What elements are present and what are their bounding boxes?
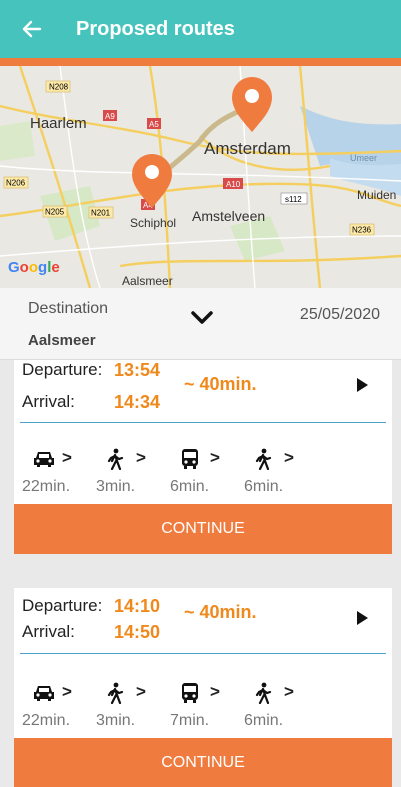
svg-text:N208: N208 bbox=[49, 83, 69, 92]
step-minutes: 22min. bbox=[22, 478, 71, 495]
page-title: Proposed routes bbox=[76, 17, 235, 40]
car-icon bbox=[32, 448, 56, 470]
svg-text:N236: N236 bbox=[352, 226, 372, 235]
divider bbox=[20, 422, 386, 423]
step-walk: > 3min. bbox=[96, 448, 170, 498]
step-minutes: 6min. bbox=[244, 712, 284, 729]
step-arrow: > bbox=[210, 448, 220, 467]
map-label-umeer: Umeer bbox=[350, 153, 377, 163]
route-card[interactable]: Departure: 14:10 Arrival: 14:50 ~ 40min.… bbox=[14, 588, 392, 787]
bus-icon bbox=[180, 448, 200, 470]
transport-steps: > 22min. > 3min. > 7min. > 6min. bbox=[22, 682, 382, 732]
step-arrow: > bbox=[284, 448, 294, 467]
step-car: > 22min. bbox=[22, 448, 96, 498]
map-label-amstelveen: Amstelveen bbox=[192, 208, 265, 224]
car-icon bbox=[32, 682, 56, 704]
step-minutes: 6min. bbox=[244, 478, 284, 495]
step-arrow: > bbox=[62, 448, 72, 467]
route-map[interactable]: N208 A9 A5 A10 s112 N206 N205 N201 N236 … bbox=[0, 66, 401, 288]
back-button[interactable] bbox=[0, 0, 64, 58]
destination-label: Destination bbox=[28, 300, 109, 317]
bus-icon bbox=[180, 682, 200, 704]
walk-icon bbox=[254, 682, 272, 704]
play-icon[interactable] bbox=[357, 611, 368, 625]
destination-value: Aalsmeer bbox=[28, 332, 96, 349]
step-minutes: 3min. bbox=[96, 478, 136, 495]
step-bus: > 7min. bbox=[170, 682, 244, 732]
step-minutes: 3min. bbox=[96, 712, 136, 729]
map-canvas: N208 A9 A5 A10 s112 N206 N205 N201 N236 … bbox=[0, 66, 401, 288]
departure-time: 13:54 bbox=[114, 360, 161, 380]
walk-icon bbox=[106, 448, 124, 470]
map-label-schiphol: Schiphol bbox=[130, 216, 176, 230]
step-walk: > 3min. bbox=[96, 682, 170, 732]
svg-text:N201: N201 bbox=[91, 209, 111, 218]
top-app-bar: Proposed routes bbox=[0, 0, 401, 58]
expand-button[interactable] bbox=[190, 310, 214, 331]
arrival-time: 14:34 bbox=[114, 392, 161, 412]
destination-panel: Destination Aalsmeer 25/05/2020 bbox=[0, 288, 401, 360]
step-minutes: 22min. bbox=[22, 712, 71, 729]
departure-time: 14:10 bbox=[114, 596, 161, 616]
arrival-label: Arrival: bbox=[22, 622, 75, 641]
step-minutes: 7min. bbox=[170, 712, 210, 729]
step-arrow: > bbox=[62, 682, 72, 701]
departure-label: Departure: bbox=[22, 596, 103, 615]
route-duration: ~ 40min. bbox=[184, 602, 257, 622]
svg-text:A10: A10 bbox=[226, 180, 241, 189]
svg-text:s112: s112 bbox=[285, 195, 302, 204]
step-walk: > 6min. bbox=[244, 682, 318, 732]
route-duration: ~ 40min. bbox=[184, 374, 257, 394]
continue-button[interactable]: CONTINUE bbox=[14, 504, 392, 554]
app: Proposed routes N208 A9 A5 A10 s112 N206… bbox=[0, 0, 401, 787]
arrival-label: Arrival: bbox=[22, 392, 75, 411]
step-arrow: > bbox=[210, 682, 220, 701]
svg-text:N205: N205 bbox=[45, 208, 65, 217]
svg-text:A5: A5 bbox=[149, 120, 159, 129]
continue-button[interactable]: CONTINUE bbox=[14, 738, 392, 787]
svg-text:N206: N206 bbox=[6, 179, 26, 188]
divider bbox=[20, 653, 386, 654]
chevron-down-icon bbox=[191, 311, 213, 324]
step-arrow: > bbox=[284, 682, 294, 701]
departure-label: Departure: bbox=[22, 360, 103, 379]
arrow-left-icon bbox=[22, 20, 42, 38]
play-icon[interactable] bbox=[357, 378, 368, 392]
map-label-aalsmeer: Aalsmeer bbox=[122, 274, 173, 288]
step-car: > 22min. bbox=[22, 682, 96, 732]
transport-steps: > 22min. > 3min. > 6min. > 6min. bbox=[22, 448, 382, 498]
map-label-amsterdam: Amsterdam bbox=[204, 139, 291, 158]
header-accent-strip bbox=[0, 58, 401, 66]
walk-icon bbox=[106, 682, 124, 704]
svg-text:A9: A9 bbox=[105, 112, 115, 121]
step-walk: > 6min. bbox=[244, 448, 318, 498]
step-bus: > 6min. bbox=[170, 448, 244, 498]
step-arrow: > bbox=[136, 682, 146, 701]
step-arrow: > bbox=[136, 448, 146, 467]
map-label-haarlem: Haarlem bbox=[30, 115, 87, 132]
arrival-time: 14:50 bbox=[114, 622, 161, 642]
map-label-muiden: Muiden bbox=[357, 188, 396, 202]
google-logo: Google bbox=[8, 259, 60, 276]
walk-icon bbox=[254, 448, 272, 470]
step-minutes: 6min. bbox=[170, 478, 210, 495]
route-card[interactable]: Departure: 13:54 Arrival: 14:34 ~ 40min.… bbox=[14, 360, 392, 554]
travel-date: 25/05/2020 bbox=[299, 306, 380, 323]
